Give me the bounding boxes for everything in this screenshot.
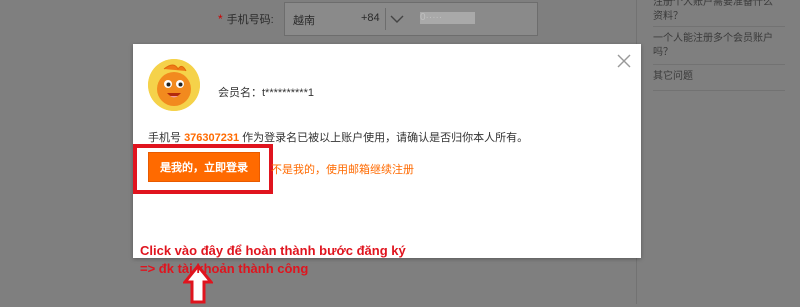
faq-divider [653,26,785,27]
country-select[interactable]: 越南 [293,12,315,28]
register-with-email-link[interactable]: 不是我的，使用邮箱继续注册 [271,161,414,177]
faq-item-other[interactable]: 其它问题 [653,70,773,84]
phone-input-group[interactable]: 越南 +84 0····· [284,2,538,36]
instruction-line-1: Click vào đây để hoàn thành bước đăng ký [140,243,406,258]
close-icon[interactable] [615,52,633,70]
phone-label: 手机号码: [226,14,274,26]
phone-number-field[interactable]: 0····· [420,12,475,24]
faq-divider [653,90,785,91]
country-code: +84 [361,12,380,24]
confirm-login-button[interactable]: 是我的，立即登录 [148,152,260,182]
avatar [148,59,200,111]
phone-label-row: * 手机号码: [218,4,274,34]
notice-prefix: 手机号 [148,132,185,144]
faq-item-multiple-accounts[interactable]: 一个人能注册多个会员账户吗？ [653,32,773,60]
account-exists-dialog: 会员名：t**********1 手机号 376307231 作为登录名已被以上… [133,44,641,258]
member-name: 会员名：t**********1 [218,87,314,99]
notice-suffix: 作为登录名已被以上账户使用，请确认是否归你本人所有。 [239,132,529,144]
faq-sidebar: 注册个人账户需要准备什么资料？ 一个人能注册多个会员账户吗？ 其它问题 [636,0,800,304]
instruction-line-2: => đk tài khoản thành công [140,261,309,276]
phone-number: 376307231 [184,132,240,144]
faq-item-materials[interactable]: 注册个人账户需要准备什么资料？ [653,0,773,24]
phone-notice: 手机号 376307231 作为登录名已被以上账户使用，请确认是否归你本人所有。 [148,129,528,145]
required-mark: * [218,12,223,26]
instruction-note: Click vào đây để hoàn thành bước đăng ký… [140,242,406,278]
mascot-icon [148,59,200,111]
faq-divider [653,64,785,65]
chevron-down-icon[interactable] [385,8,408,30]
